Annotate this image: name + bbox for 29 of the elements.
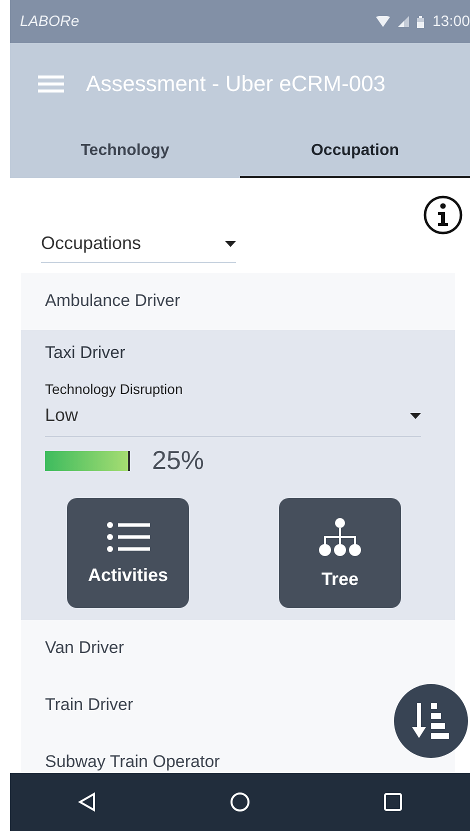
signal-icon (398, 16, 410, 27)
occupation-item[interactable]: Train Driver (45, 696, 134, 713)
tab[interactable]: Technology (10, 125, 240, 178)
tab[interactable]: Occupation (240, 125, 470, 178)
wifi-icon (376, 16, 390, 27)
list-icon (106, 520, 150, 552)
info-icon[interactable] (423, 195, 463, 235)
activities-button[interactable]: Activities (67, 498, 189, 608)
occupation-item[interactable]: Ambulance Driver (45, 292, 180, 309)
field-label: Technology Disruption (45, 381, 184, 397)
caret-icon (410, 412, 421, 418)
occupation-item[interactable]: Subway Train Operator (45, 753, 220, 770)
disruption-dropdown[interactable]: Low (45, 397, 421, 437)
tree-button[interactable]: Tree (279, 498, 401, 608)
back-icon (78, 792, 96, 812)
caret-icon (225, 240, 236, 246)
hierarchy-icon (318, 516, 362, 556)
occupation-item[interactable]: Van Driver (45, 639, 124, 656)
app-name: LABORe (20, 13, 80, 30)
recents-icon (384, 793, 402, 811)
battery-icon (417, 16, 424, 28)
occupations-dropdown[interactable]: Occupations (41, 225, 236, 263)
clock-time: 13:00 (432, 13, 470, 30)
occupation-name[interactable]: Taxi Driver (45, 343, 421, 363)
percent-value: 25% (152, 445, 204, 476)
home-icon (230, 792, 250, 812)
screen-title: Assessment - Uber eCRM-003 (86, 71, 386, 97)
sort-icon (411, 701, 451, 741)
menu-icon (38, 75, 64, 93)
